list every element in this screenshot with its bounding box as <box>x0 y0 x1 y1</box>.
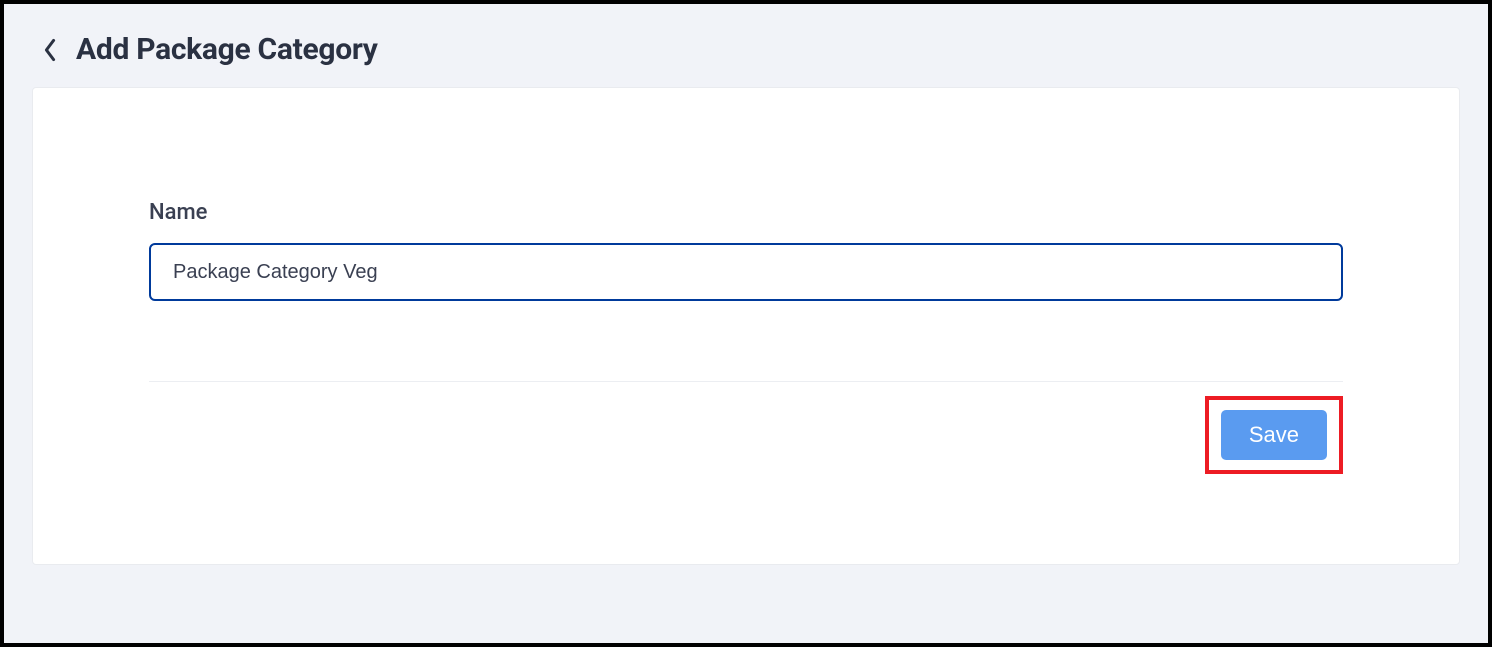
save-highlight-annotation: Save <box>1205 396 1343 474</box>
form-card: Name Save <box>32 87 1460 565</box>
save-button[interactable]: Save <box>1221 410 1327 460</box>
name-label: Name <box>149 200 1343 225</box>
actions-row: Save <box>149 396 1343 474</box>
page-title: Add Package Category <box>76 32 378 67</box>
section-divider <box>149 381 1343 382</box>
name-input[interactable] <box>149 243 1343 301</box>
window-frame: Add Package Category Name Save <box>0 0 1492 647</box>
back-icon[interactable] <box>42 38 58 62</box>
page-container: Add Package Category Name Save <box>4 4 1488 643</box>
page-header: Add Package Category <box>32 4 1460 87</box>
name-field-group: Name <box>149 200 1343 301</box>
